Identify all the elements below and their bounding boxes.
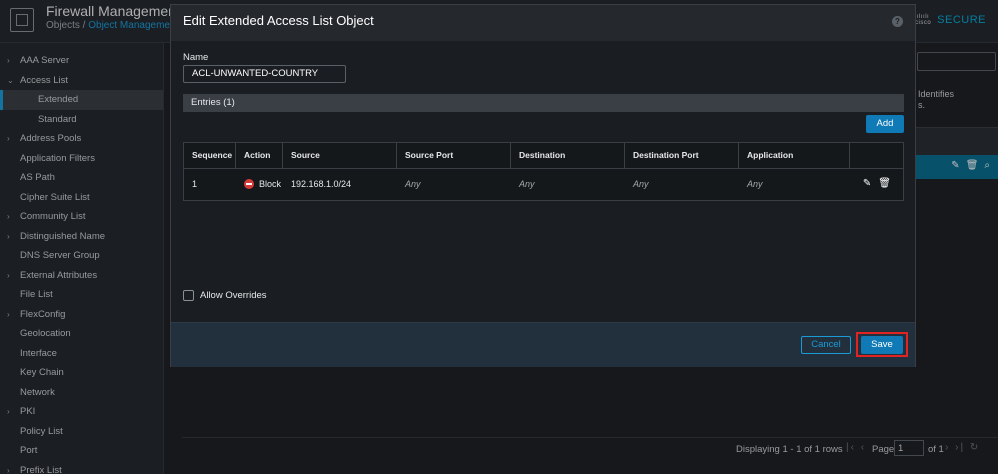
block-icon [244, 178, 254, 189]
name-field[interactable]: ACL-UNWANTED-COUNTRY [183, 65, 346, 83]
column-header-application: Application [739, 143, 850, 168]
entries-section-header: Entries (1) [183, 94, 904, 112]
cell-destination-port: Any [633, 179, 649, 189]
cell-sequence: 1 [192, 179, 198, 189]
allow-overrides-label[interactable]: Allow Overrides [200, 290, 267, 301]
action-label: Block [259, 179, 282, 189]
allow-overrides-checkbox[interactable] [183, 290, 194, 301]
column-header-source-port: Source Port [397, 143, 511, 168]
edit-extended-acl-dialog: Edit Extended Access List Object ? Name … [170, 4, 916, 367]
cell-source: 192.168.1.0/24 [291, 179, 352, 189]
row-actions: ✎ 🗑 [863, 178, 891, 190]
cell-destination: Any [519, 179, 535, 189]
table-row[interactable]: 1 Block 192.168.1.0/24 Any Any Any Any ✎… [184, 169, 903, 200]
column-header-destination: Destination [511, 143, 625, 168]
table-header-row: Sequence Action Source Source Port Desti… [184, 143, 903, 169]
name-label: Name [183, 52, 209, 63]
cancel-button[interactable]: Cancel [801, 336, 851, 354]
save-button[interactable]: Save [861, 336, 903, 354]
delete-icon[interactable]: 🗑 [878, 178, 891, 190]
help-icon[interactable]: ? [892, 16, 903, 27]
dialog-footer: Cancel Save [171, 322, 915, 367]
cell-application: Any [747, 179, 763, 189]
add-entry-button[interactable]: Add [866, 115, 904, 133]
dialog-title: Edit Extended Access List Object [183, 13, 374, 28]
cell-action: Block [236, 169, 283, 200]
dialog-header: Edit Extended Access List Object ? [171, 5, 915, 41]
column-header-actions [850, 143, 903, 168]
entries-table: Sequence Action Source Source Port Desti… [183, 142, 904, 201]
cell-source-port: Any [405, 179, 421, 189]
column-header-source: Source [283, 143, 397, 168]
column-header-action: Action [236, 143, 283, 168]
edit-icon[interactable]: ✎ [863, 178, 871, 190]
column-header-sequence: Sequence [184, 143, 236, 168]
column-header-destination-port: Destination Port [625, 143, 739, 168]
